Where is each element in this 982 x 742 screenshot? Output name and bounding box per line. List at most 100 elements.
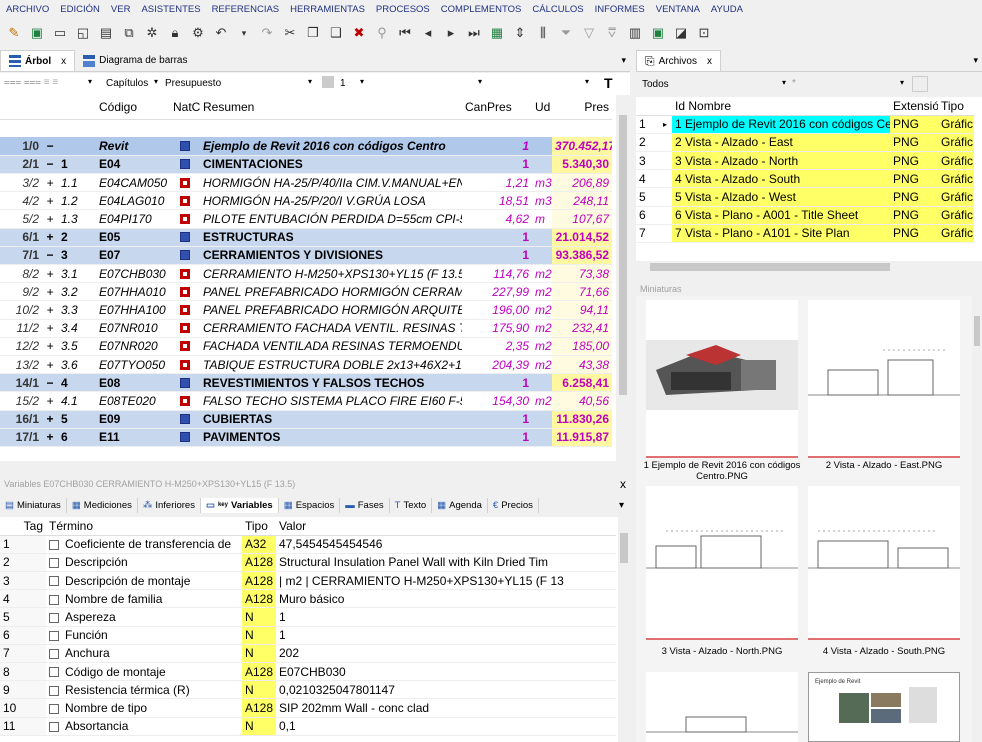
tree-scrollbar-thumb[interactable] <box>619 115 627 395</box>
open-folder-icon[interactable]: ▭ <box>50 23 70 43</box>
level-select[interactable]: 1 <box>340 78 346 89</box>
menu-item[interactable]: ASISTENTES <box>141 4 200 15</box>
presupuesto-select-arrow-icon[interactable]: ▾ <box>308 77 312 86</box>
miniaturas-scrollbar-thumb[interactable] <box>974 316 980 346</box>
thumbnail-card[interactable] <box>808 486 960 640</box>
file-row[interactable]: 2 2 Vista - Alzado - East PNG Gráfic <box>636 133 974 153</box>
col-natc[interactable]: NatC <box>170 95 200 120</box>
print-preview-icon[interactable]: ⧉ <box>119 23 139 43</box>
variable-value[interactable]: 0,0210325047801147 <box>276 680 616 700</box>
expand-toggle[interactable]: − <box>42 137 58 156</box>
level-arrow-icon[interactable]: ▾ <box>360 77 364 86</box>
tag-checkbox[interactable] <box>49 540 59 551</box>
expand-levels-icon[interactable]: ⩶ ⩶ ≡ ≡ <box>4 77 58 88</box>
tree-row[interactable]: 2/1−1 E04 CIMENTACIONES 1 5.340,30 <box>0 155 612 175</box>
tab-agenda[interactable]: ▦ Agenda <box>432 497 488 513</box>
col-ud[interactable]: Ud <box>532 95 552 120</box>
menu-item[interactable]: PROCESOS <box>376 4 430 15</box>
expand-toggle[interactable]: + <box>42 391 58 411</box>
report-icon[interactable]: ▣ <box>648 23 668 43</box>
variable-value[interactable]: | m2 | CERRAMIENTO H-M250+XPS130+YL15 (F… <box>276 571 616 591</box>
tab-list-arrow-icon[interactable]: ▾ <box>621 55 630 66</box>
tab-inferiores[interactable]: ⁂ Inferiores <box>138 497 201 513</box>
variable-row[interactable]: 5 Aspereza N 1 <box>0 607 616 627</box>
variable-value[interactable]: 47,5454545454546 <box>276 535 616 554</box>
tree-row[interactable]: 3/2 +1.1 E04CAM050 HORMIGÓN HA-25/P/40/IIa … <box>0 173 612 193</box>
expand-toggle[interactable]: + <box>42 228 58 247</box>
tab-archivos[interactable]: ⎘ Archivos x <box>636 50 721 71</box>
close-icon[interactable]: x <box>620 477 626 491</box>
search-icon[interactable]: ⚲ <box>372 23 392 43</box>
tag-checkbox[interactable] <box>49 649 59 660</box>
menu-item[interactable]: INFORMES <box>595 4 645 15</box>
variable-value[interactable]: 202 <box>276 644 616 664</box>
file-row[interactable]: 4 4 Vista - Alzado - South PNG Gráfic <box>636 169 974 189</box>
tab-overflow-icon[interactable]: ▾ <box>619 500 630 511</box>
tag-checkbox[interactable] <box>49 594 59 605</box>
file-row[interactable]: 3 3 Vista - Alzado - North PNG Gráfic <box>636 151 974 171</box>
open-file-icon[interactable]: ◱ <box>73 23 93 43</box>
col-canpres[interactable]: CanPres <box>462 95 532 120</box>
tree-row[interactable]: 10/2 +3.3 E07HHA100 PANEL PREFABRICADO HORM… <box>0 300 612 320</box>
todos-select[interactable]: Todos <box>642 79 669 90</box>
view-icon[interactable] <box>912 76 928 92</box>
col-extension[interactable]: Extensión <box>890 97 938 116</box>
settings-icon[interactable]: ✲ <box>142 23 162 43</box>
variable-value[interactable]: SIP 202mm Wall - conc clad <box>276 698 616 718</box>
pattern-arrow-icon[interactable]: ▾ <box>900 78 904 87</box>
variable-value[interactable]: E07CHB030 <box>276 662 616 682</box>
expand-toggle[interactable]: + <box>42 410 58 429</box>
tag-checkbox[interactable] <box>49 703 59 714</box>
variables-scrollbar-thumb[interactable] <box>620 533 628 563</box>
tab-precios[interactable]: € Precios <box>488 497 539 513</box>
presupuesto-select[interactable]: Presupuesto <box>165 78 221 89</box>
variable-row[interactable]: 4 Nombre de familia A128 Muro básico <box>0 589 616 609</box>
tree-row[interactable]: 8/2 +3.1 E07CHB030 CERRAMIENTO H-M250+XPS13… <box>0 264 612 284</box>
excel-icon[interactable]: ▦ <box>487 23 507 43</box>
tab-miniaturas[interactable]: ▤ Miniaturas <box>0 497 67 513</box>
paste-icon[interactable]: ❑ <box>326 23 346 43</box>
tab-mediciones[interactable]: ▦ Mediciones <box>67 497 138 513</box>
variable-row[interactable]: 8 Código de montaje A128 E07CHB030 <box>0 662 616 682</box>
menu-item[interactable]: CÁLCULOS <box>532 4 583 15</box>
tab-variables[interactable]: ▭ key Variables <box>200 497 279 513</box>
menu-item[interactable]: COMPLEMENTOS <box>441 4 522 15</box>
expand-toggle[interactable]: − <box>42 155 58 175</box>
tools-icon[interactable]: ⚙ <box>188 23 208 43</box>
expand-toggle[interactable]: + <box>42 264 58 284</box>
next-record-icon[interactable]: ▸ <box>441 23 461 43</box>
tree-row[interactable]: 11/2 +3.4 E07NR010 CERRAMIENTO FACHADA VENT… <box>0 319 612 338</box>
thumbnail-card[interactable] <box>646 486 798 640</box>
variable-value[interactable]: 1 <box>276 626 616 645</box>
tree-scrollbar[interactable] <box>616 95 630 461</box>
menu-item[interactable]: VENTANA <box>656 4 700 15</box>
tag-checkbox[interactable] <box>49 612 59 623</box>
col-pres[interactable]: Pres <box>552 95 612 120</box>
text-format-icon[interactable]: T <box>604 75 613 91</box>
menu-item[interactable]: AYUDA <box>711 4 743 15</box>
col-valor[interactable]: Valor <box>276 517 616 536</box>
expand-toggle[interactable]: + <box>42 173 58 193</box>
pattern-select[interactable]: * <box>792 78 796 89</box>
thumbnail-card[interactable]: Ejemplo de Revit <box>808 672 960 742</box>
undo-icon[interactable]: ↶ <box>211 23 231 43</box>
tree-row[interactable]: 13/2 +3.6 E07TYO050 TABIQUE ESTRUCTURA DOBL… <box>0 355 612 375</box>
file-row[interactable]: 1 ▸ 1 Ejemplo de Revit 2016 con códigos Ce… <box>636 115 974 134</box>
level-icon[interactable]: ⫼ <box>533 23 553 43</box>
expand-toggle[interactable]: + <box>42 300 58 320</box>
capitulos-select[interactable]: Capítulos <box>106 78 148 89</box>
col-resumen[interactable]: Resumen <box>200 95 462 120</box>
copy-icon[interactable]: ❐ <box>303 23 323 43</box>
variable-value[interactable]: 0,1 <box>276 717 616 736</box>
menu-item[interactable]: EDICIÓN <box>60 4 100 15</box>
delete-icon[interactable]: ✖ <box>349 23 369 43</box>
tab-fases[interactable]: ▬ Fases <box>340 497 390 513</box>
file-row[interactable]: 6 6 Vista - Plano - A001 - Title Sheet PNG… <box>636 206 974 225</box>
tab-arbol[interactable]: Árbol x <box>0 50 76 71</box>
lock-icon[interactable]: 🔒︎ <box>165 23 185 43</box>
magic-wand-icon[interactable]: ✎ <box>4 23 24 43</box>
filter-down-icon[interactable]: ⏷ <box>556 23 576 43</box>
col-termino[interactable]: Término <box>46 517 242 536</box>
expand-toggle[interactable]: + <box>42 355 58 375</box>
file-row[interactable]: 5 5 Vista - Alzado - West PNG Gráfic <box>636 187 974 207</box>
